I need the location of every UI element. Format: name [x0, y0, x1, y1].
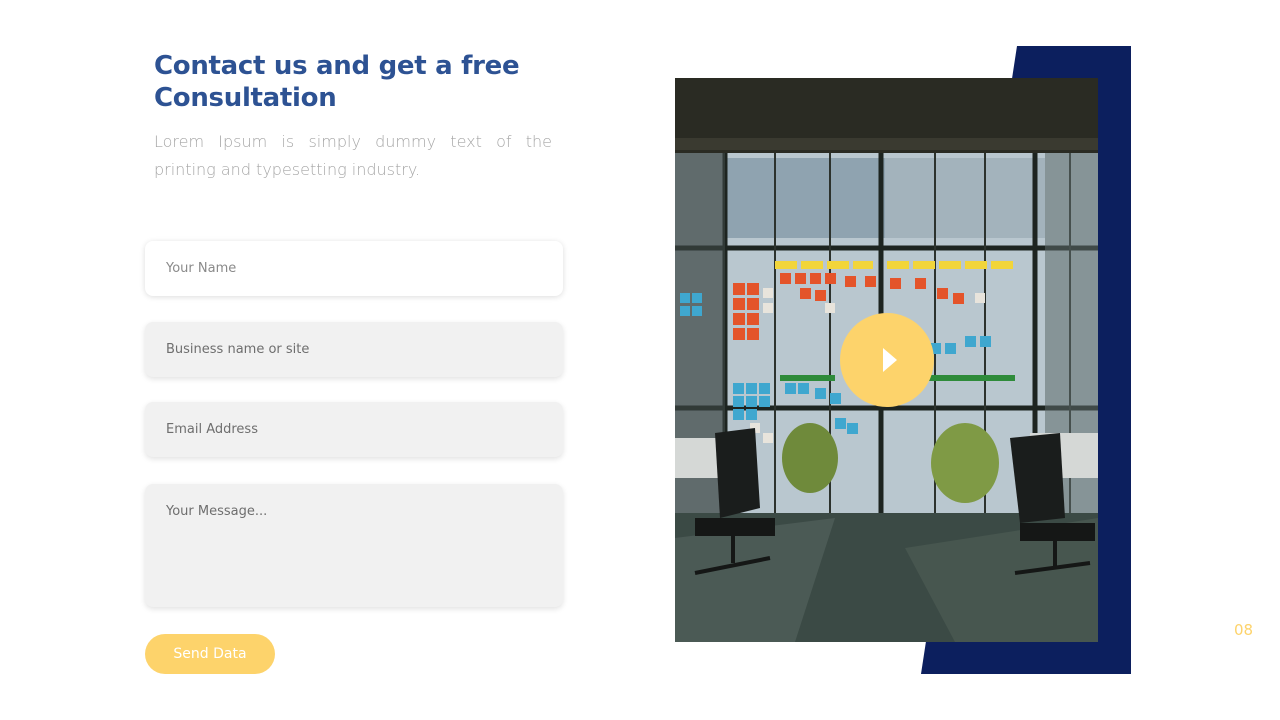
name-field-container	[145, 241, 563, 296]
business-field-container	[145, 322, 563, 377]
message-field-container	[145, 484, 563, 607]
email-field-container	[145, 402, 563, 457]
page-title: Contact us and get a free Consultation	[154, 51, 520, 113]
business-input[interactable]	[145, 322, 563, 377]
play-button[interactable]	[840, 313, 934, 407]
play-icon	[883, 348, 897, 372]
name-input[interactable]	[145, 241, 563, 296]
page-subtitle: Lorem Ipsum is simply dummy text of the …	[154, 132, 552, 179]
send-data-button[interactable]: Send Data	[145, 634, 275, 674]
page-number: 08	[1234, 621, 1254, 639]
email-input[interactable]	[145, 402, 563, 457]
message-textarea[interactable]	[145, 484, 563, 607]
